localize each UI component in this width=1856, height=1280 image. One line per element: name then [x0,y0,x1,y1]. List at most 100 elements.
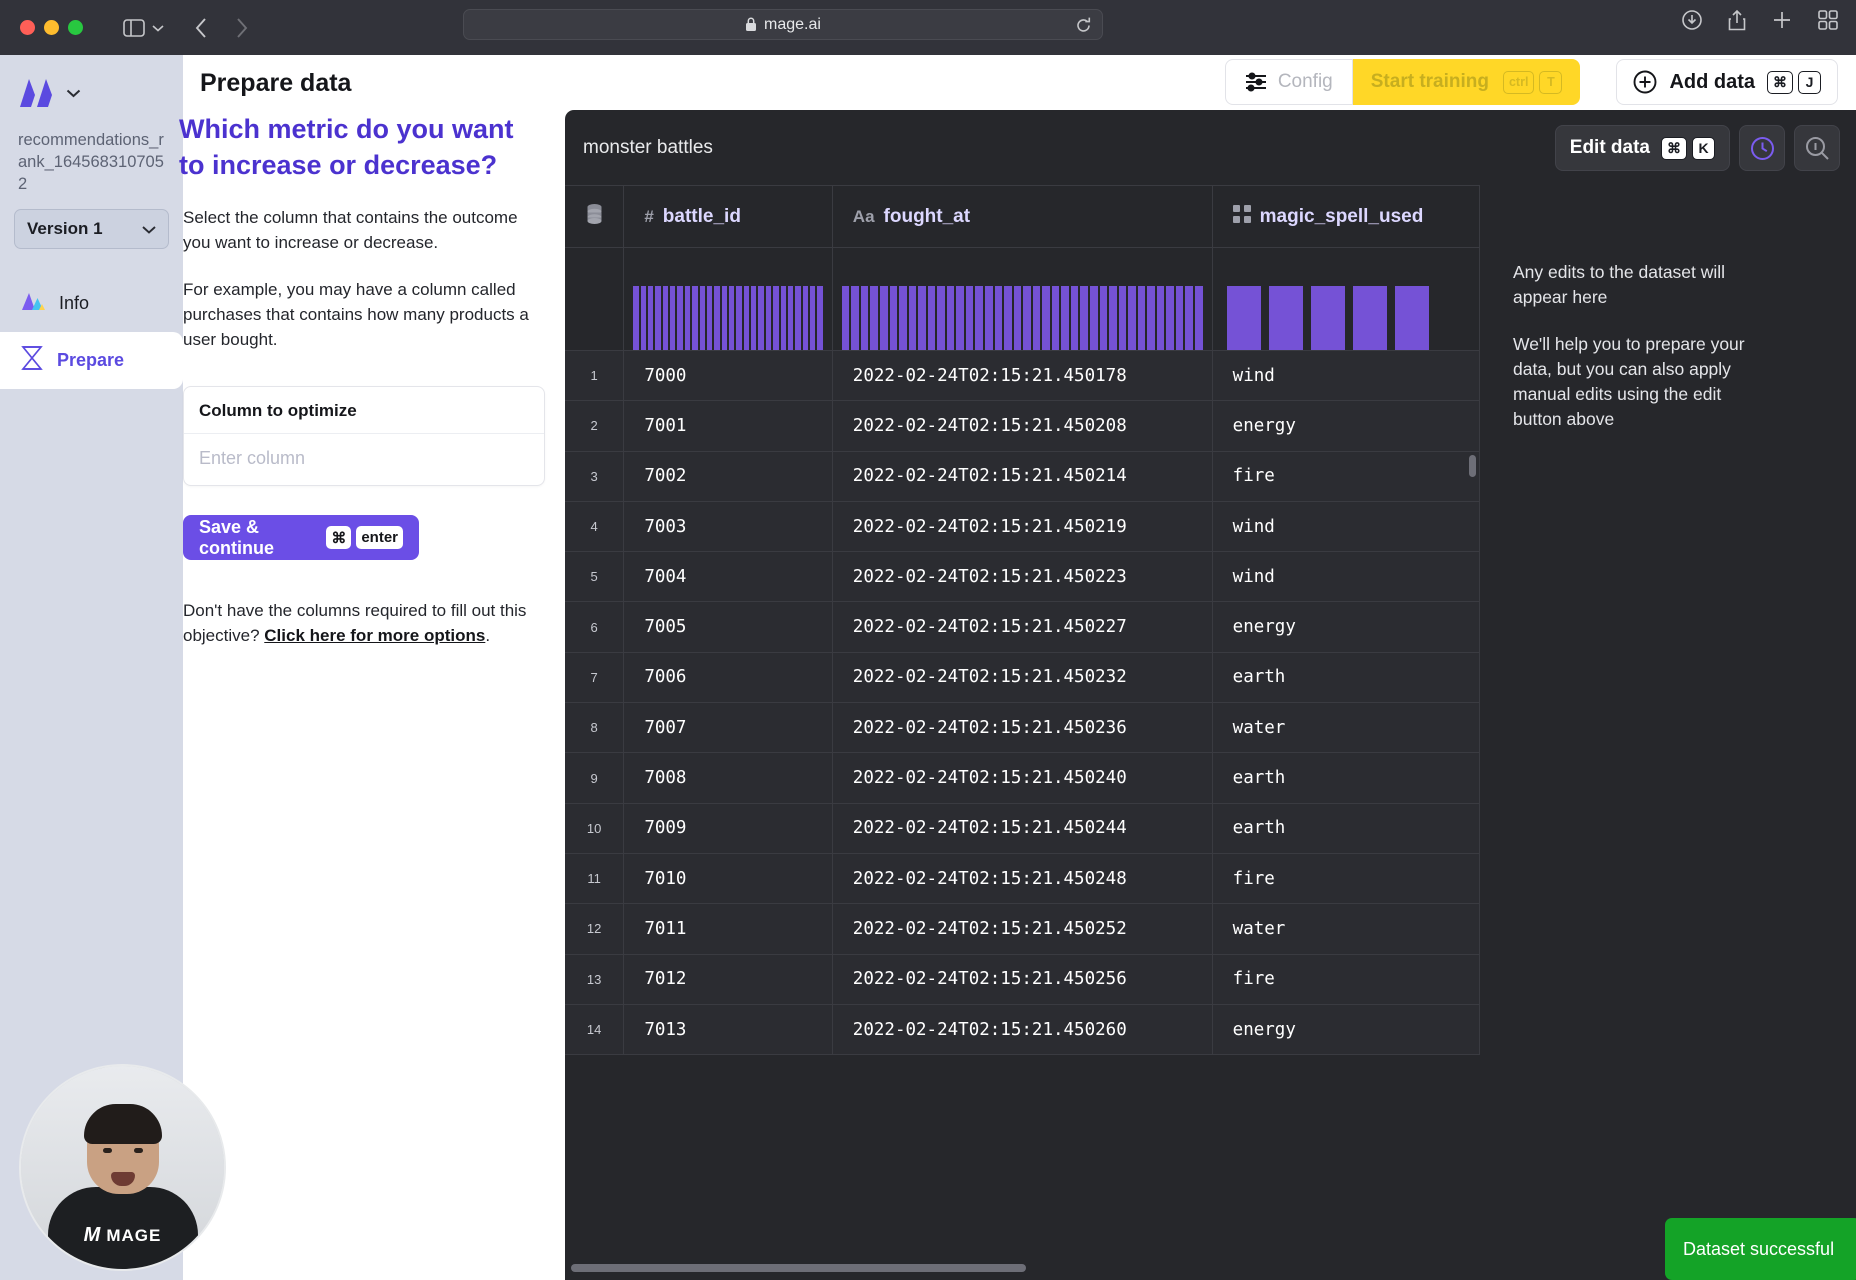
histogram-bar [975,286,983,350]
start-training-shortcut: ctrl T [1502,70,1563,94]
histogram-bar [1023,286,1031,350]
table-row[interactable]: 12 7011 2022-02-24T02:15:21.450252 water [565,903,1480,955]
prepare-footnote: Don't have the columns required to fill … [183,598,528,648]
table-row[interactable]: 1 7000 2022-02-24T02:15:21.450178 wind [565,350,1480,402]
cell-magic-spell-used: energy [1212,400,1480,452]
column-to-optimize-field[interactable]: Column to optimize Enter column [183,386,545,486]
histogram-bar [780,286,786,350]
history-button[interactable] [1739,125,1785,171]
minimize-window-button[interactable] [44,20,59,35]
table-row[interactable]: 11 7010 2022-02-24T02:15:21.450248 fire [565,853,1480,905]
start-training-button[interactable]: Start training ctrl T [1352,59,1581,105]
cell-battle-id: 7007 [623,702,833,754]
column-to-optimize-input[interactable]: Enter column [184,434,544,485]
download-icon[interactable] [1682,10,1702,30]
table-row[interactable]: 7 7006 2022-02-24T02:15:21.450232 earth [565,652,1480,704]
sidebar-nav: Info Prepare [0,275,183,389]
histogram-bar [918,286,926,350]
histogram-bar [684,286,691,350]
edit-data-shortcut: ⌘ K [1661,136,1715,160]
table-row[interactable]: 8 7007 2022-02-24T02:15:21.450236 water [565,702,1480,754]
histogram-bar [1268,286,1303,350]
edit-data-label: Edit data [1569,137,1650,158]
forward-icon[interactable] [235,17,249,39]
table-row[interactable]: 13 7012 2022-02-24T02:15:21.450256 fire [565,954,1480,1005]
save-and-continue-button[interactable]: Save & continue ⌘ enter [183,515,419,560]
chevron-down-icon[interactable] [152,24,164,32]
mountain-icon [20,289,46,318]
back-icon[interactable] [194,17,208,39]
close-window-button[interactable] [20,20,35,35]
table-row[interactable]: 6 7005 2022-02-24T02:15:21.450227 energy [565,601,1480,653]
cell-fought-at: 2022-02-24T02:15:21.450214 [832,451,1213,502]
histogram-bar [908,286,917,350]
webcam-person-eye-right [134,1148,143,1153]
table-row[interactable]: 4 7003 2022-02-24T02:15:21.450219 wind [565,501,1480,553]
config-button[interactable]: Config [1224,59,1353,105]
sliders-icon [1245,72,1266,92]
chevron-down-icon [142,225,156,234]
histogram-fought-at [832,247,1213,351]
maximize-window-button[interactable] [68,20,83,35]
table-row[interactable]: 5 7004 2022-02-24T02:15:21.450223 wind [565,551,1480,603]
row-index-cell: 7 [565,652,625,704]
reload-icon[interactable] [1075,16,1092,35]
edit-data-button[interactable]: Edit data ⌘ K [1554,125,1730,171]
histogram-bar [889,286,898,350]
brand-row[interactable] [0,71,183,115]
histogram-bar [1147,286,1155,350]
table-row[interactable]: 2 7001 2022-02-24T02:15:21.450208 energy [565,400,1480,452]
column-histogram-row [565,247,1480,351]
edits-note-1: Any edits to the dataset will appear her… [1513,262,1726,307]
url-bar[interactable]: mage.ai [463,9,1103,40]
main-area: Prepare data Config Start training ctrl … [179,55,1856,1280]
page-title: Prepare data [200,68,352,97]
histogram-bar [692,286,698,350]
cell-fought-at: 2022-02-24T02:15:21.450244 [832,803,1213,854]
table-row[interactable]: 14 7013 2022-02-24T02:15:21.450260 energy [565,1004,1480,1056]
search-data-button[interactable] [1794,125,1840,171]
data-panel-topbar: monster battles Edit data ⌘ K [565,110,1856,185]
cell-battle-id: 7003 [623,501,833,553]
column-header-fought-at[interactable]: Aa fought_at [832,185,1213,248]
cell-magic-spell-used: earth [1212,652,1480,704]
column-header-magic-spell-used[interactable]: magic_spell_used [1212,185,1480,248]
cell-magic-spell-used: energy [1212,1004,1480,1056]
start-training-label: Start training [1370,71,1489,92]
add-data-label: Add data [1669,70,1755,93]
window-traffic-lights[interactable] [20,20,83,35]
table-horizontal-scrollbar[interactable] [571,1264,1026,1272]
histogram-bar [1195,286,1203,350]
mage-logo-icon[interactable] [18,78,56,108]
save-label: Save & continue [199,516,274,558]
chevron-down-icon[interactable] [66,88,81,98]
sidebar-item-info[interactable]: Info [0,275,183,332]
config-label: Config [1277,71,1333,92]
share-icon[interactable] [1728,9,1746,31]
data-table-wrap[interactable]: # battle_id Aa fought_at magic_spell_use… [565,185,1480,1280]
webcam-bubble: M MAGE [19,1064,226,1271]
histogram-bar [937,286,945,350]
column-header-index[interactable] [565,185,625,248]
webcam-person-eye-left [103,1148,112,1153]
app-root: recommendations_rank_1645683107052 Versi… [0,55,1856,1280]
table-vertical-scrollbar[interactable] [1469,455,1476,477]
save-shortcut: ⌘ enter [326,526,403,549]
clock-icon [1750,136,1774,160]
tab-overview-icon[interactable] [1818,10,1838,30]
sidebar-item-prepare[interactable]: Prepare [0,332,183,389]
column-header-battle-id[interactable]: # battle_id [623,185,833,248]
table-row[interactable]: 9 7008 2022-02-24T02:15:21.450240 earth [565,752,1480,804]
table-row[interactable]: 3 7002 2022-02-24T02:15:21.450214 fire [565,451,1480,502]
kbd-cmd: ⌘ [1767,70,1793,94]
edits-note-2: We'll help you to prepare your data, but… [1513,334,1745,429]
table-body: 1 7000 2022-02-24T02:15:21.450178 wind 2 7001… [565,247,1480,1056]
new-tab-icon[interactable] [1772,10,1792,30]
table-row[interactable]: 10 7009 2022-02-24T02:15:21.450244 earth [565,803,1480,854]
cell-fought-at: 2022-02-24T02:15:21.450178 [832,350,1213,402]
sidebar-toggle-icon[interactable] [123,18,164,37]
version-select[interactable]: Version 1 [14,209,169,249]
more-options-link[interactable]: Click here for more options [264,626,485,645]
add-data-button[interactable]: Add data ⌘ J [1616,59,1838,105]
cell-magic-spell-used: wind [1212,350,1480,402]
